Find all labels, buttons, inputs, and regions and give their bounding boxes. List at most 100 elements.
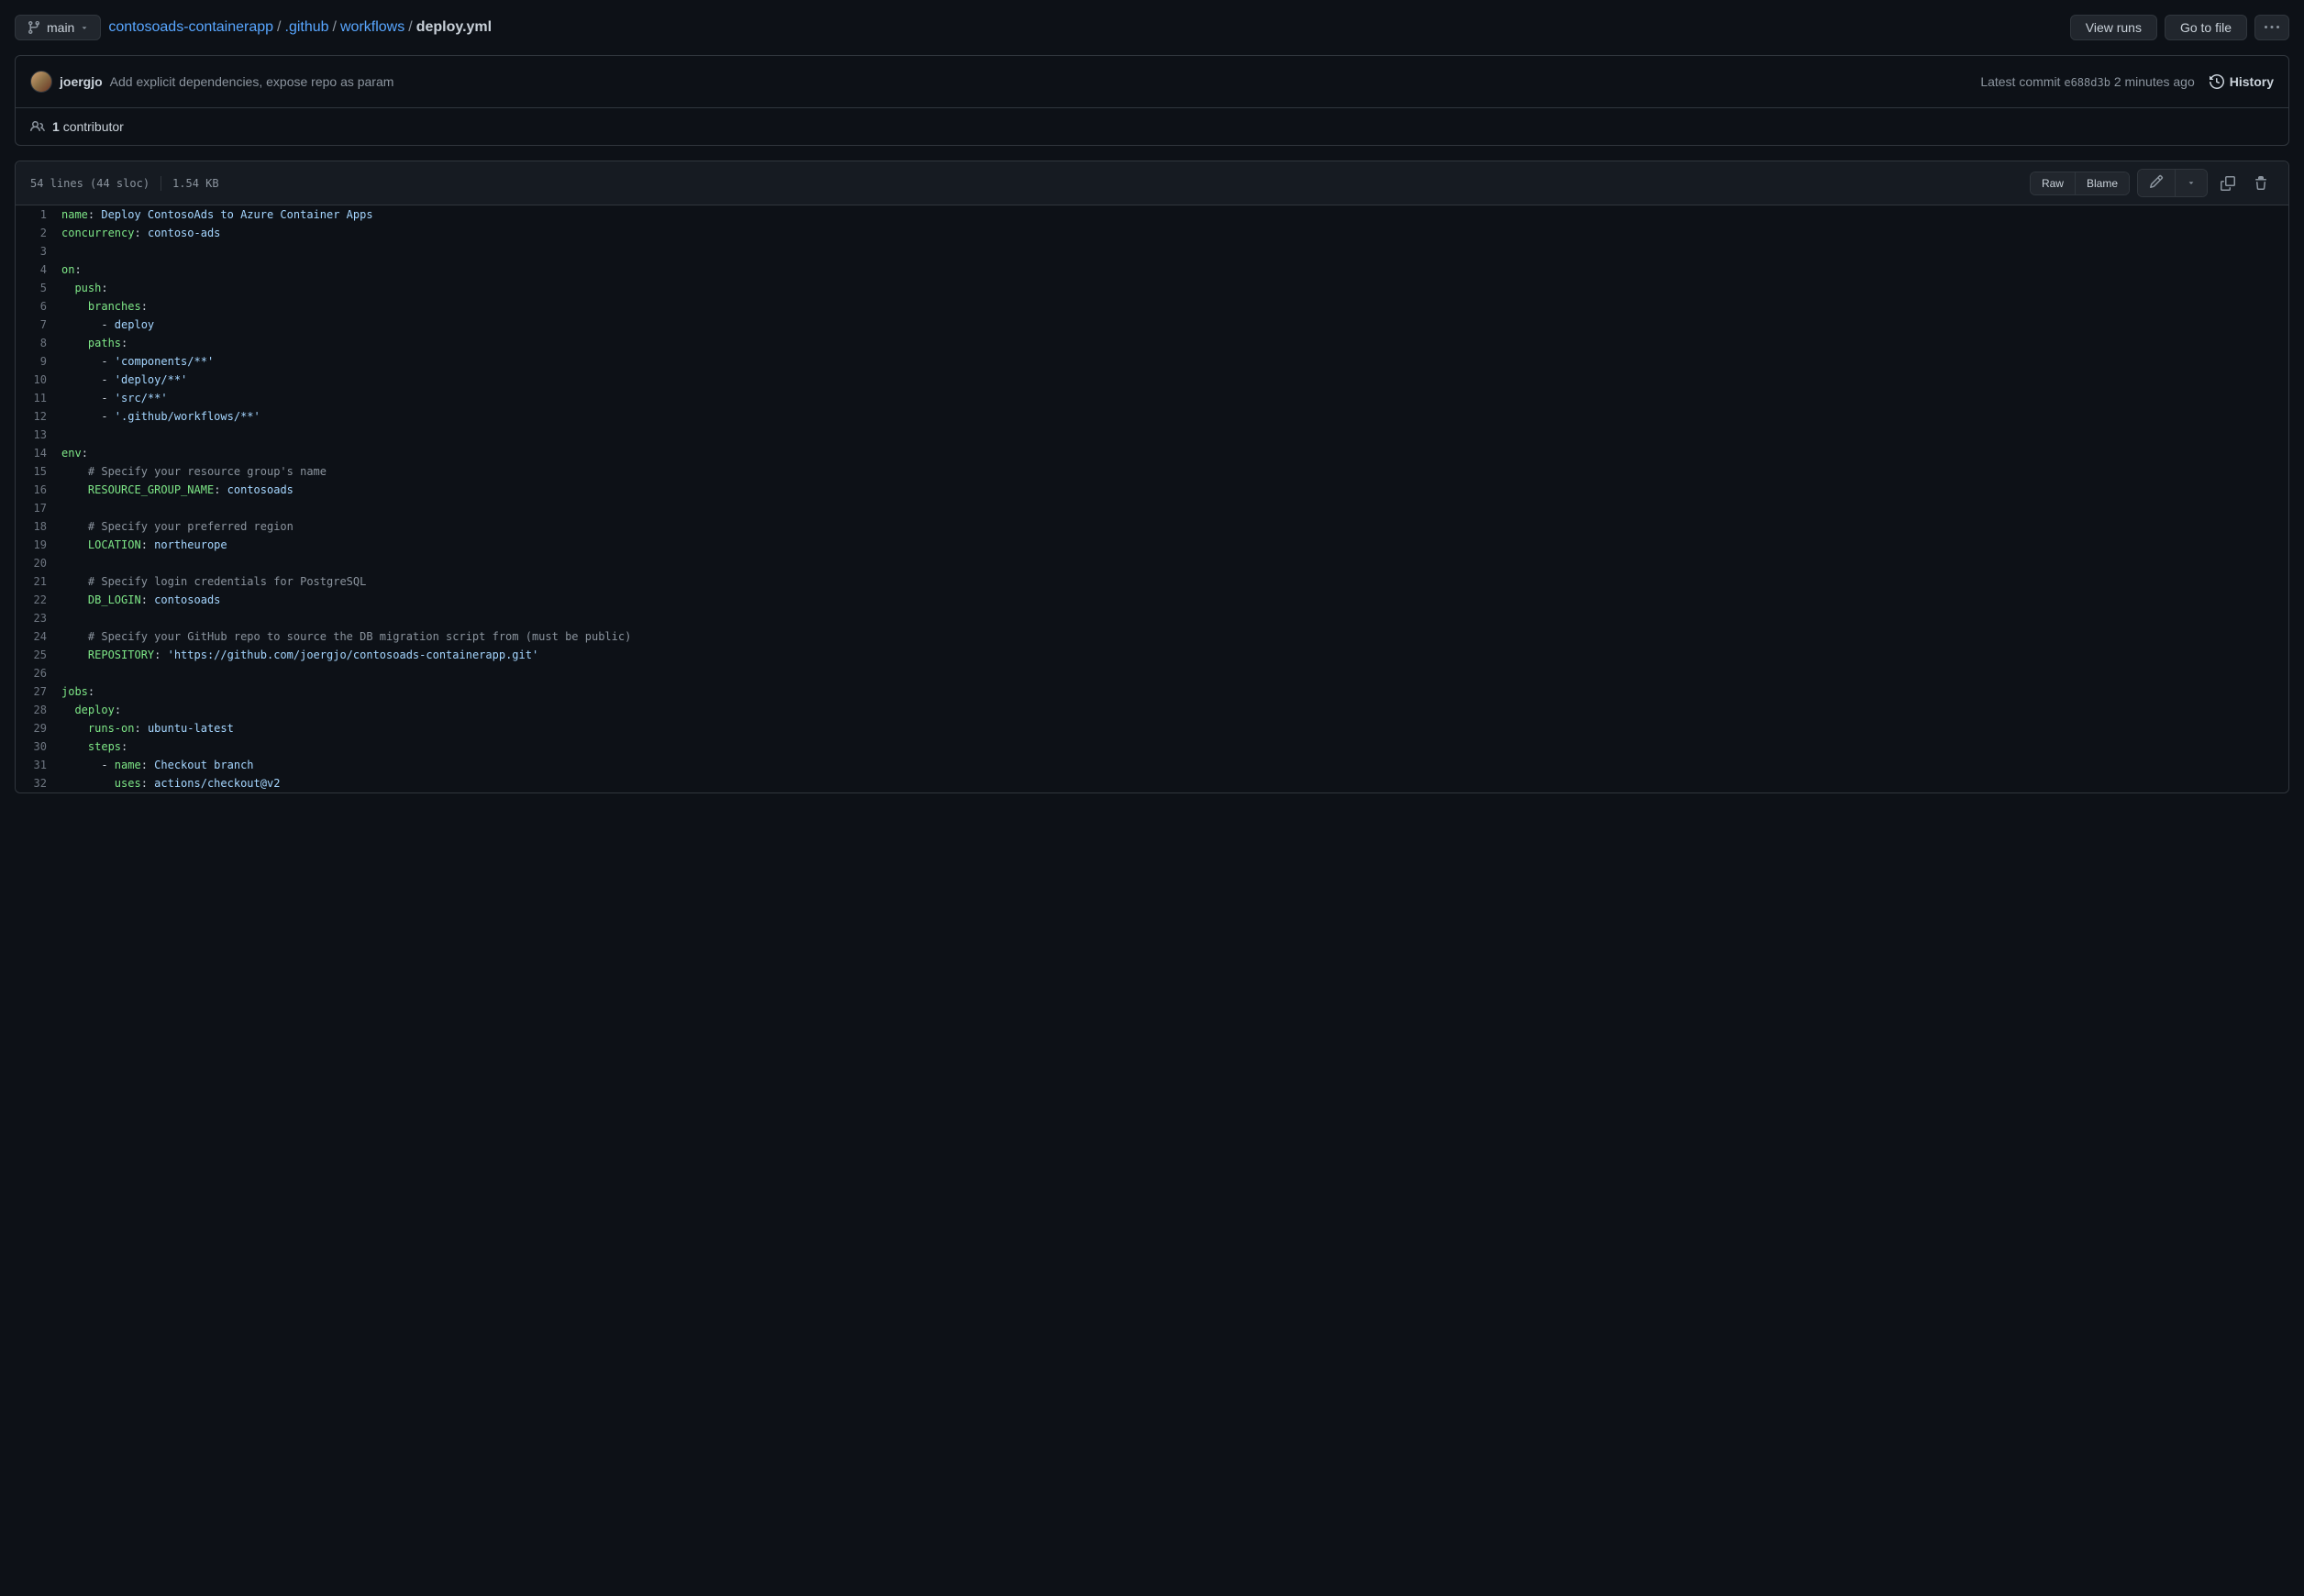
line-number[interactable]: 26 <box>16 664 61 682</box>
git-branch-icon <box>27 20 41 35</box>
code-line: 22 DB_LOGIN: contosoads <box>16 591 2288 609</box>
code-line: 27jobs: <box>16 682 2288 701</box>
line-content: LOCATION: northeurope <box>61 536 227 554</box>
code-line: 28 deploy: <box>16 701 2288 719</box>
line-number[interactable]: 32 <box>16 774 61 792</box>
line-number[interactable]: 19 <box>16 536 61 554</box>
go-to-file-button[interactable]: Go to file <box>2165 15 2247 40</box>
latest-commit-label: Latest commit <box>1980 74 2060 89</box>
code-line: 32 uses: actions/checkout@v2 <box>16 774 2288 792</box>
line-number[interactable]: 21 <box>16 572 61 591</box>
breadcrumb-part-1[interactable]: workflows <box>340 19 404 36</box>
commit-meta: Latest commit e688d3b 2 minutes ago <box>1980 74 2194 89</box>
code-line: 11 - 'src/**' <box>16 389 2288 407</box>
line-number[interactable]: 20 <box>16 554 61 572</box>
line-number[interactable]: 17 <box>16 499 61 517</box>
line-content: on: <box>61 260 82 279</box>
line-number[interactable]: 7 <box>16 316 61 334</box>
code-area: 1name: Deploy ContosoAds to Azure Contai… <box>16 205 2288 792</box>
line-number[interactable]: 10 <box>16 371 61 389</box>
commit-box: joergjo Add explicit dependencies, expos… <box>15 55 2289 146</box>
line-content: - 'components/**' <box>61 352 214 371</box>
line-number[interactable]: 22 <box>16 591 61 609</box>
contributors-count: 1 <box>52 119 60 134</box>
line-content: deploy: <box>61 701 121 719</box>
avatar[interactable] <box>30 71 52 93</box>
commit-message[interactable]: Add explicit dependencies, expose repo a… <box>110 74 394 89</box>
line-number[interactable]: 5 <box>16 279 61 297</box>
right-actions: View runs Go to file <box>2070 15 2289 40</box>
line-number[interactable]: 6 <box>16 297 61 316</box>
contributors-text[interactable]: 1 contributor <box>52 119 124 134</box>
file-actions: Raw Blame <box>2030 169 2274 197</box>
code-line: 10 - 'deploy/**' <box>16 371 2288 389</box>
commit-sha[interactable]: e688d3b <box>2064 76 2110 89</box>
line-content: RESOURCE_GROUP_NAME: contosoads <box>61 481 294 499</box>
more-options-button[interactable] <box>2254 15 2289 40</box>
breadcrumb-separator: / <box>408 19 412 36</box>
file-header: 54 lines (44 sloc) 1.54 KB Raw Blame <box>16 161 2288 205</box>
line-number[interactable]: 13 <box>16 426 61 444</box>
line-content: # Specify your preferred region <box>61 517 294 536</box>
commit-left: joergjo Add explicit dependencies, expos… <box>30 71 393 93</box>
copy-button[interactable] <box>2215 171 2241 196</box>
code-line: 19 LOCATION: northeurope <box>16 536 2288 554</box>
blame-button[interactable]: Blame <box>2075 172 2129 194</box>
line-content: runs-on: ubuntu-latest <box>61 719 234 737</box>
line-number[interactable]: 15 <box>16 462 61 481</box>
code-line: 5 push: <box>16 279 2288 297</box>
branch-selector[interactable]: main <box>15 15 101 40</box>
pencil-icon <box>2149 174 2164 189</box>
line-number[interactable]: 30 <box>16 737 61 756</box>
line-number[interactable]: 28 <box>16 701 61 719</box>
code-line: 18 # Specify your preferred region <box>16 517 2288 536</box>
history-link[interactable]: History <box>2210 74 2274 89</box>
line-number[interactable]: 29 <box>16 719 61 737</box>
line-number[interactable]: 24 <box>16 627 61 646</box>
history-label: History <box>2230 74 2274 89</box>
file-info: 54 lines (44 sloc) 1.54 KB <box>30 176 219 191</box>
code-line: 15 # Specify your resource group's name <box>16 462 2288 481</box>
code-line: 29 runs-on: ubuntu-latest <box>16 719 2288 737</box>
line-content: jobs: <box>61 682 94 701</box>
line-number[interactable]: 23 <box>16 609 61 627</box>
line-number[interactable]: 18 <box>16 517 61 536</box>
raw-blame-group: Raw Blame <box>2030 172 2130 195</box>
breadcrumb-separator: / <box>333 19 337 36</box>
line-number[interactable]: 16 <box>16 481 61 499</box>
line-number[interactable]: 8 <box>16 334 61 352</box>
commit-author[interactable]: joergjo <box>60 74 103 89</box>
line-number[interactable]: 25 <box>16 646 61 664</box>
breadcrumb-repo[interactable]: contosoads-containerapp <box>108 19 273 36</box>
edit-button[interactable] <box>2138 170 2175 196</box>
breadcrumb-part-0[interactable]: .github <box>285 19 329 36</box>
line-number[interactable]: 14 <box>16 444 61 462</box>
line-number[interactable]: 4 <box>16 260 61 279</box>
code-line: 1name: Deploy ContosoAds to Azure Contai… <box>16 205 2288 224</box>
line-number[interactable]: 9 <box>16 352 61 371</box>
line-content: branches: <box>61 297 148 316</box>
raw-button[interactable]: Raw <box>2031 172 2075 194</box>
line-number[interactable]: 3 <box>16 242 61 260</box>
code-line: 25 REPOSITORY: 'https://github.com/joerg… <box>16 646 2288 664</box>
line-number[interactable]: 31 <box>16 756 61 774</box>
commit-right: Latest commit e688d3b 2 minutes ago Hist… <box>1980 74 2274 89</box>
line-number[interactable]: 1 <box>16 205 61 224</box>
line-number[interactable]: 2 <box>16 224 61 242</box>
code-line: 6 branches: <box>16 297 2288 316</box>
code-line: 26 <box>16 664 2288 682</box>
line-number[interactable]: 27 <box>16 682 61 701</box>
code-line: 13 <box>16 426 2288 444</box>
people-icon <box>30 119 45 134</box>
view-runs-button[interactable]: View runs <box>2070 15 2157 40</box>
line-number[interactable]: 11 <box>16 389 61 407</box>
chevron-down-icon <box>2187 178 2196 187</box>
delete-button[interactable] <box>2248 171 2274 196</box>
code-line: 16 RESOURCE_GROUP_NAME: contosoads <box>16 481 2288 499</box>
code-line: 2concurrency: contoso-ads <box>16 224 2288 242</box>
edit-dropdown-button[interactable] <box>2175 170 2207 196</box>
commit-header: joergjo Add explicit dependencies, expos… <box>16 56 2288 108</box>
trash-icon <box>2254 176 2268 191</box>
line-number[interactable]: 12 <box>16 407 61 426</box>
code-line: 12 - '.github/workflows/**' <box>16 407 2288 426</box>
